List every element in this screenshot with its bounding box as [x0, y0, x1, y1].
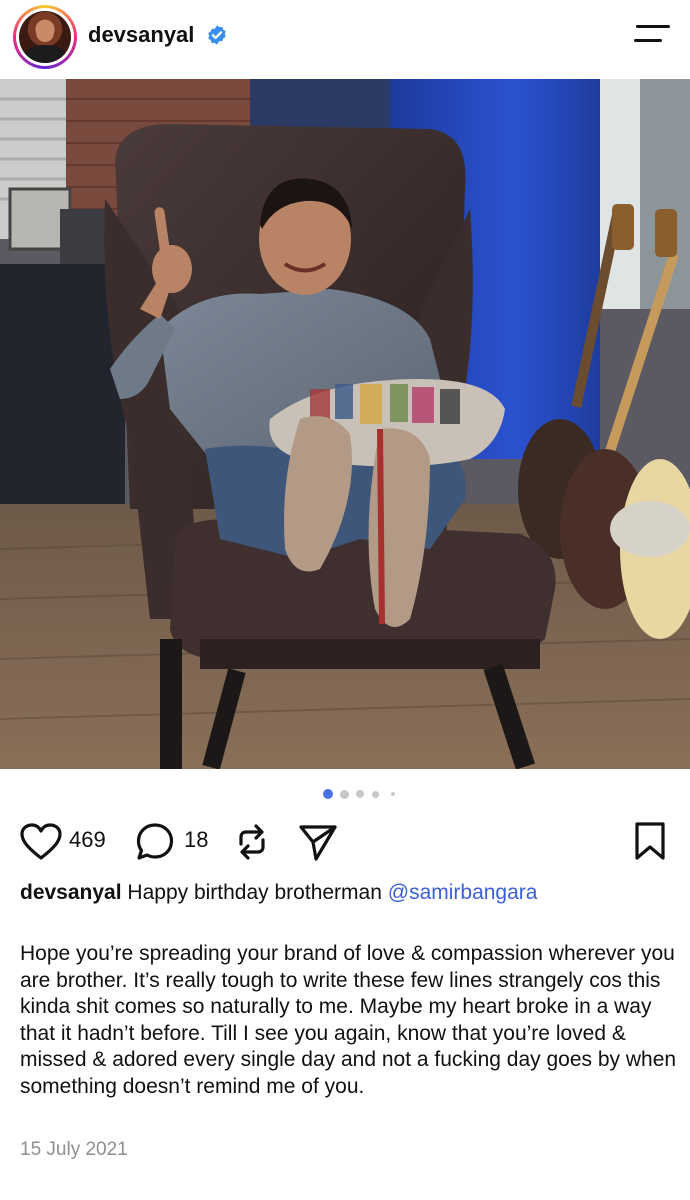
like-count: 469 — [69, 827, 106, 852]
comment-count: 18 — [184, 827, 209, 852]
action-bar: 469 18 — [0, 815, 690, 865]
post-header: devsanyal — [0, 0, 690, 78]
carousel-dot — [372, 791, 379, 798]
bookmark-icon[interactable] — [634, 821, 666, 861]
avatar[interactable] — [13, 5, 77, 69]
menu-icon[interactable] — [634, 23, 670, 45]
caption-mention-link[interactable]: @samirbangara — [388, 881, 538, 904]
carousel-dot — [356, 790, 364, 798]
username[interactable]: devsanyal — [88, 22, 194, 48]
carousel-dot — [391, 792, 395, 796]
post-body-text: Hope you’re spreading your brand of love… — [20, 942, 677, 1098]
post-caption: devsanyal Happy birthday brotherman @sam… — [20, 880, 670, 906]
verified-badge-icon — [208, 25, 226, 45]
post-date: 15 July 2021 — [20, 1139, 128, 1160]
caption-username[interactable]: devsanyal — [20, 881, 122, 904]
avatar-image — [19, 11, 71, 63]
caption-text: Happy birthday brotherman — [127, 881, 382, 904]
post-photo-illustration — [0, 79, 690, 769]
carousel-indicator — [0, 789, 690, 801]
carousel-dot — [340, 790, 349, 799]
like-heart-icon[interactable] — [20, 823, 62, 861]
share-send-icon[interactable] — [297, 821, 339, 863]
post-photo[interactable] — [0, 79, 690, 769]
repost-icon[interactable] — [232, 822, 272, 862]
comment-bubble-icon[interactable] — [135, 822, 175, 862]
carousel-dot — [323, 789, 333, 799]
